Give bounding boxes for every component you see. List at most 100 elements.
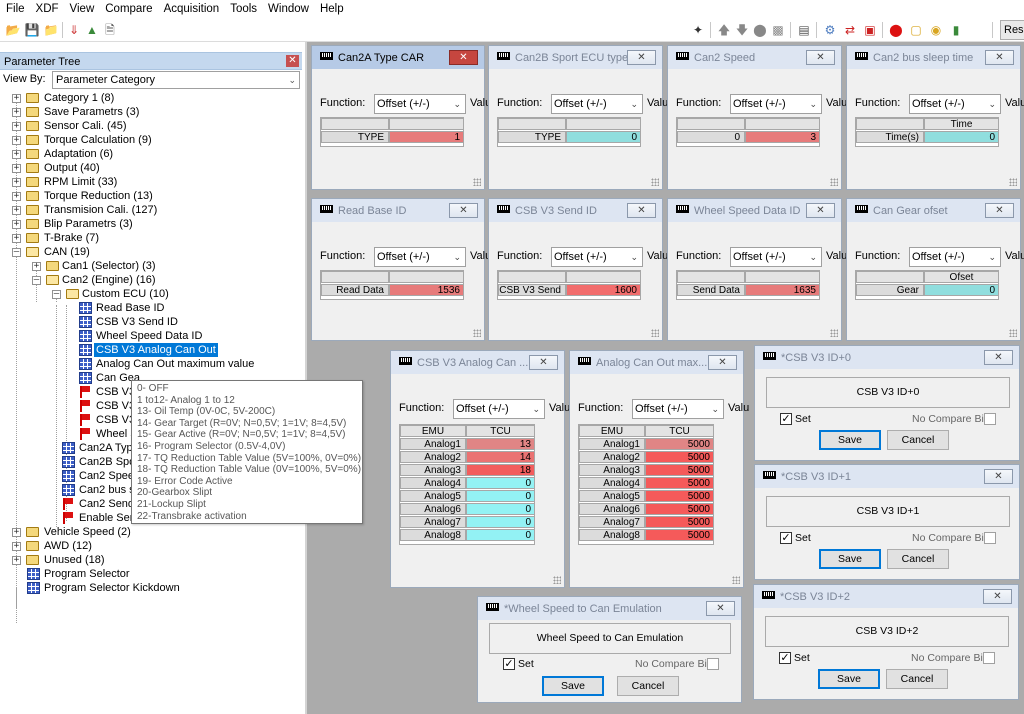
resize-grip[interactable] bbox=[651, 329, 659, 337]
close-icon[interactable]: ✕ bbox=[449, 203, 478, 218]
menu-compare[interactable]: Compare bbox=[99, 0, 157, 18]
circle-icon[interactable]: ⬤ bbox=[752, 22, 768, 38]
resize-grip[interactable] bbox=[1009, 329, 1017, 337]
menu-tools[interactable]: Tools bbox=[224, 0, 262, 18]
expand-icon[interactable]: + bbox=[12, 108, 21, 117]
cancel-button[interactable]: Cancel bbox=[886, 669, 948, 689]
close-icon[interactable]: ✕ bbox=[706, 601, 735, 616]
expand-icon[interactable]: + bbox=[12, 122, 21, 131]
grid-value-cell[interactable]: 5000 bbox=[645, 516, 714, 528]
cancel-button[interactable]: Cancel bbox=[617, 676, 679, 696]
grid-value-cell[interactable]: 0 bbox=[466, 529, 535, 541]
close-icon[interactable]: ✕ bbox=[806, 50, 835, 65]
close-icon[interactable]: ✕ bbox=[985, 203, 1014, 218]
expand-icon[interactable]: + bbox=[12, 542, 21, 551]
window-titlebar[interactable]: *CSB V3 ID+2 ✕ bbox=[754, 585, 1018, 608]
grid-value-cell[interactable]: 5000 bbox=[645, 451, 714, 463]
grid-value-cell[interactable]: 14 bbox=[466, 451, 535, 463]
grid-value-cell[interactable]: 3 bbox=[745, 131, 820, 143]
function-select[interactable]: Offset (+/-) ⌄ bbox=[909, 94, 1001, 114]
grid-value-cell[interactable]: 1635 bbox=[745, 284, 820, 296]
function-select[interactable]: Offset (+/-) ⌄ bbox=[909, 247, 1001, 267]
window-titlebar[interactable]: Can2B Sport ECU type ✕ bbox=[489, 46, 662, 69]
expand-icon[interactable]: + bbox=[12, 136, 21, 145]
grid-value-cell[interactable]: 5000 bbox=[645, 464, 714, 476]
close-icon[interactable]: ✕ bbox=[983, 589, 1012, 604]
resize-grip[interactable] bbox=[732, 576, 740, 584]
grid-value-cell[interactable]: 0 bbox=[466, 503, 535, 515]
close-icon[interactable]: ✕ bbox=[806, 203, 835, 218]
grid-value-cell[interactable]: 0 bbox=[566, 131, 641, 143]
expand-icon[interactable]: + bbox=[12, 150, 21, 159]
expand-icon[interactable]: + bbox=[12, 234, 21, 243]
grid-value-cell[interactable]: 0 bbox=[466, 516, 535, 528]
expand-icon[interactable]: + bbox=[12, 528, 21, 537]
compare-icon[interactable]: ⇄ bbox=[842, 22, 858, 38]
save-icon[interactable]: 💾 bbox=[24, 22, 40, 38]
grid-value-cell[interactable]: 1600 bbox=[566, 284, 641, 296]
new-document-icon[interactable]: 🗎 bbox=[102, 22, 118, 38]
resize-grip[interactable] bbox=[473, 329, 481, 337]
function-select[interactable]: Offset (+/-) ⌄ bbox=[551, 247, 643, 267]
function-select[interactable]: Offset (+/-) ⌄ bbox=[730, 247, 822, 267]
expand-icon[interactable]: + bbox=[12, 556, 21, 565]
close-icon[interactable]: ✕ bbox=[984, 469, 1013, 484]
collapse-icon[interactable]: – bbox=[52, 290, 61, 299]
grid-value-cell[interactable]: 0 bbox=[466, 490, 535, 502]
save-button[interactable]: Save bbox=[819, 549, 881, 569]
expand-icon[interactable]: + bbox=[12, 220, 21, 229]
window-titlebar[interactable]: Can Gear ofset ✕ bbox=[847, 199, 1020, 222]
function-select[interactable]: Offset (+/-) ⌄ bbox=[551, 94, 643, 114]
save-button[interactable]: Save bbox=[819, 430, 881, 450]
globe-icon[interactable]: ◉ bbox=[928, 22, 944, 38]
menu-xdf[interactable]: XDF bbox=[30, 0, 64, 18]
set-checkbox[interactable]: ✓ bbox=[779, 652, 791, 664]
collapse-icon[interactable]: – bbox=[32, 276, 41, 285]
menu-acquisition[interactable]: Acquisition bbox=[158, 0, 225, 18]
window-titlebar[interactable]: CSB V3 Analog Can ... ✕ bbox=[391, 351, 564, 374]
open-folder-icon[interactable]: 📂 bbox=[5, 22, 21, 38]
save-button[interactable]: Save bbox=[542, 676, 604, 696]
no-compare-bin-checkbox[interactable] bbox=[983, 652, 995, 664]
window-titlebar[interactable]: Read Base ID ✕ bbox=[312, 199, 484, 222]
expand-icon[interactable]: + bbox=[12, 94, 21, 103]
no-compare-bin-checkbox[interactable] bbox=[984, 413, 996, 425]
save-button[interactable]: Save bbox=[818, 669, 880, 689]
grid-value-cell[interactable]: 5000 bbox=[645, 438, 714, 450]
window-titlebar[interactable]: *CSB V3 ID+0 ✕ bbox=[755, 346, 1019, 369]
menu-file[interactable]: File bbox=[0, 0, 30, 18]
arrow-up-icon[interactable]: 🡅 bbox=[716, 22, 732, 38]
expand-icon[interactable]: + bbox=[12, 206, 21, 215]
window-titlebar[interactable]: Can2 Speed ✕ bbox=[668, 46, 841, 69]
resize-grip[interactable] bbox=[1009, 178, 1017, 186]
grid-value-cell[interactable]: 5000 bbox=[645, 529, 714, 541]
expand-icon[interactable]: + bbox=[12, 192, 21, 201]
resize-grip[interactable] bbox=[830, 329, 838, 337]
export-icon[interactable]: ▲ bbox=[84, 22, 100, 38]
grid-value-cell[interactable]: 5000 bbox=[645, 490, 714, 502]
chart-icon[interactable]: ▩ bbox=[770, 22, 786, 38]
window-titlebar[interactable]: Wheel Speed Data ID ✕ bbox=[668, 199, 841, 222]
menu-window[interactable]: Window bbox=[262, 0, 314, 18]
no-compare-bin-checkbox[interactable] bbox=[707, 658, 719, 670]
grid-value-cell[interactable]: 1536 bbox=[389, 284, 464, 296]
close-icon[interactable]: ✕ bbox=[529, 355, 558, 370]
resize-grip[interactable] bbox=[553, 576, 561, 584]
menu-help[interactable]: Help bbox=[314, 0, 349, 18]
close-icon[interactable]: ✕ bbox=[627, 203, 656, 218]
close-icon[interactable]: ✕ bbox=[627, 50, 656, 65]
grid-value-cell[interactable]: 13 bbox=[466, 438, 535, 450]
no-compare-bin-checkbox[interactable] bbox=[984, 532, 996, 544]
grid-value-cell[interactable]: 5000 bbox=[645, 503, 714, 515]
resize-grip[interactable] bbox=[651, 178, 659, 186]
function-select[interactable]: Offset (+/-) ⌄ bbox=[374, 247, 466, 267]
expand-icon[interactable]: + bbox=[12, 164, 21, 173]
wand-icon[interactable]: ✦ bbox=[690, 22, 706, 38]
window-titlebar[interactable]: CSB V3 Send ID ✕ bbox=[489, 199, 662, 222]
grid-value-cell[interactable]: 0 bbox=[924, 131, 999, 143]
window-titlebar[interactable]: *Wheel Speed to Can Emulation ✕ bbox=[478, 597, 741, 620]
close-icon[interactable]: ✕ bbox=[708, 355, 737, 370]
menu-view[interactable]: View bbox=[64, 0, 100, 18]
cancel-button[interactable]: Cancel bbox=[887, 430, 949, 450]
record-icon[interactable]: ⬤ bbox=[888, 22, 904, 38]
